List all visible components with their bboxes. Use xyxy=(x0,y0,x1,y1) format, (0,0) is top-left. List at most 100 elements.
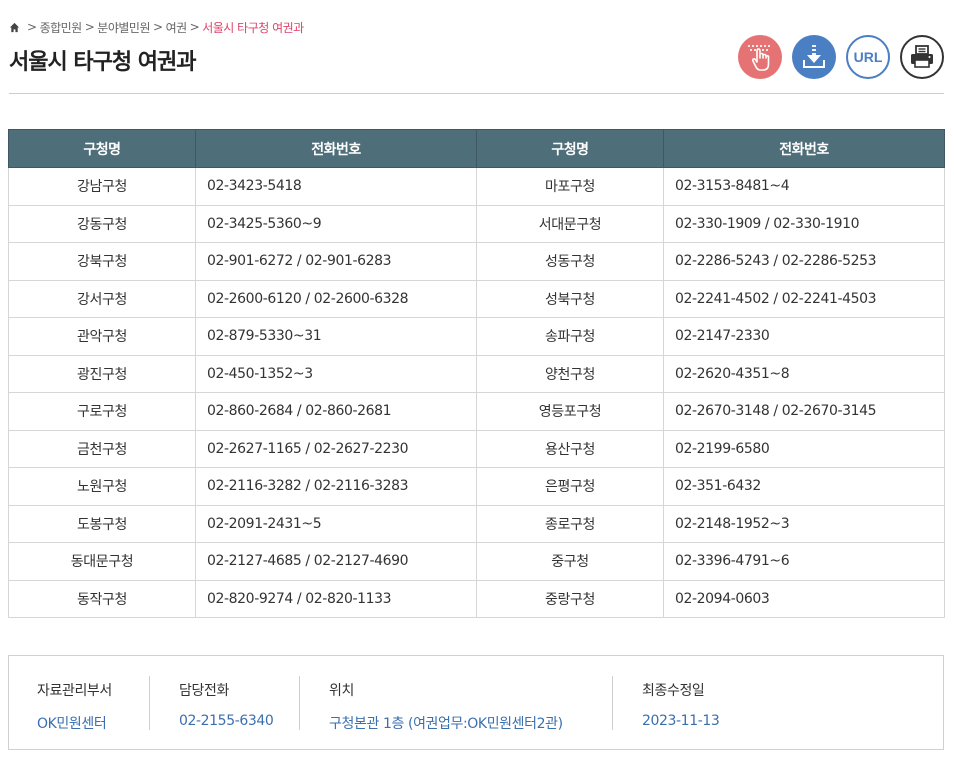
district-name-cell: 용산구청 xyxy=(476,429,664,468)
phone-number-cell: 02-3153-8481~4 xyxy=(663,167,945,206)
district-name-cell: 은평구청 xyxy=(476,467,664,506)
location-label: 위치 xyxy=(329,683,354,699)
column-header-district: 구청명 xyxy=(476,129,664,168)
phone-label: 담당전화 xyxy=(179,683,229,699)
district-name-cell: 마포구청 xyxy=(476,167,664,206)
phone-number-cell: 02-2620-4351~8 xyxy=(663,354,945,393)
download-icon xyxy=(803,45,825,68)
info-department: 자료관리부서 OK민원센터 xyxy=(37,676,112,732)
updated-value: 2023-11-13 xyxy=(642,713,720,729)
phone-number-cell: 02-2199-6580 xyxy=(663,429,945,468)
table-row: 동대문구청 02-2127-4685 / 02-2127-4690 중구청 02-33… xyxy=(8,542,945,581)
breadcrumb-item-general[interactable]: 종합민원 xyxy=(40,19,83,36)
touch-hand-icon xyxy=(748,45,770,71)
phone-number-cell: 02-2148-1952~3 xyxy=(663,504,945,543)
phone-number-cell: 02-2241-4502 / 02-2241-4503 xyxy=(663,279,945,318)
column-header-phone: 전화번호 xyxy=(663,129,945,168)
district-name-cell: 영등포구청 xyxy=(476,392,664,431)
table-row: 도봉구청 02-2091-2431~5 종로구청 02-2148-1952~3 xyxy=(8,504,945,543)
district-name-cell: 강서구청 xyxy=(8,279,196,318)
district-phone-table: 구청명 전화번호 구청명 전화번호 강남구청 02-3423-5418 마포구청 02… xyxy=(8,129,945,618)
phone-number-cell: 02-3423-5418 xyxy=(195,167,477,206)
phone-number-cell: 02-2286-5243 / 02-2286-5253 xyxy=(663,242,945,281)
table-row: 강남구청 02-3423-5418 마포구청 02-3153-8481~4 xyxy=(8,167,945,206)
district-name-cell: 강남구청 xyxy=(8,167,196,206)
home-icon[interactable] xyxy=(9,22,20,33)
phone-number-cell: 02-2127-4685 / 02-2127-4690 xyxy=(195,542,477,581)
table-row: 노원구청 02-2116-3282 / 02-2116-3283 은평구청 02-35… xyxy=(8,467,945,506)
breadcrumb-item-passport[interactable]: 여권 xyxy=(166,19,188,36)
info-phone: 담당전화 02-2155-6340 xyxy=(149,676,274,730)
district-name-cell: 노원구청 xyxy=(8,467,196,506)
breadcrumb-separator: > xyxy=(189,20,200,34)
phone-number-cell: 02-2091-2431~5 xyxy=(195,504,477,543)
district-name-cell: 양천구청 xyxy=(476,354,664,393)
url-label: URL xyxy=(853,49,883,65)
location-value: 구청본관 1층 (여권업무:OK민원센터2관) xyxy=(329,716,563,732)
phone-number-cell: 02-3396-4791~6 xyxy=(663,542,945,581)
phone-number-cell: 02-330-1909 / 02-330-1910 xyxy=(663,204,945,243)
table-row: 금천구청 02-2627-1165 / 02-2627-2230 용산구청 02-21… xyxy=(8,429,945,468)
column-header-phone: 전화번호 xyxy=(195,129,477,168)
department-value: OK민원센터 xyxy=(37,716,107,732)
district-name-cell: 종로구청 xyxy=(476,504,664,543)
url-copy-button[interactable]: URL xyxy=(846,35,890,79)
district-name-cell: 관악구청 xyxy=(8,317,196,356)
breadcrumb-current: 서울시 타구청 여권과 xyxy=(202,20,304,35)
page-tools: URL xyxy=(738,35,944,79)
phone-value: 02-2155-6340 xyxy=(179,713,274,729)
phone-number-cell: 02-901-6272 / 02-901-6283 xyxy=(195,242,477,281)
district-name-cell: 중구청 xyxy=(476,542,664,581)
district-name-cell: 강동구청 xyxy=(8,204,196,243)
breadcrumb-separator: > xyxy=(84,20,95,34)
district-name-cell: 동작구청 xyxy=(8,579,196,618)
table-row: 관악구청 02-879-5330~31 송파구청 02-2147-2330 xyxy=(8,317,945,356)
phone-number-cell: 02-860-2684 / 02-860-2681 xyxy=(195,392,477,431)
table-header-row: 구청명 전화번호 구청명 전화번호 xyxy=(8,129,945,168)
phone-number-cell: 02-879-5330~31 xyxy=(195,317,477,356)
district-name-cell: 중랑구청 xyxy=(476,579,664,618)
district-name-cell: 성북구청 xyxy=(476,279,664,318)
table-row: 강북구청 02-901-6272 / 02-901-6283 성동구청 02-2286… xyxy=(8,242,945,281)
title-divider xyxy=(9,93,944,94)
download-button[interactable] xyxy=(792,35,836,79)
touch-button[interactable] xyxy=(738,35,782,79)
breadcrumb-item-by-field[interactable]: 분야별민원 xyxy=(97,19,150,36)
district-name-cell: 구로구청 xyxy=(8,392,196,431)
district-name-cell: 성동구청 xyxy=(476,242,664,281)
phone-number-cell: 02-820-9274 / 02-820-1133 xyxy=(195,579,477,618)
printer-icon xyxy=(911,45,933,68)
district-name-cell: 강북구청 xyxy=(8,242,196,281)
district-name-cell: 도봉구청 xyxy=(8,504,196,543)
phone-number-cell: 02-351-6432 xyxy=(663,467,945,506)
district-name-cell: 서대문구청 xyxy=(476,204,664,243)
breadcrumb: > 종합민원 > 분야별민원 > 여권 > 서울시 타구청 여권과 xyxy=(9,19,304,35)
breadcrumb-separator: > xyxy=(27,20,37,34)
phone-number-cell: 02-450-1352~3 xyxy=(195,354,477,393)
phone-number-cell: 02-2627-1165 / 02-2627-2230 xyxy=(195,429,477,468)
district-name-cell: 동대문구청 xyxy=(8,542,196,581)
table-row: 동작구청 02-820-9274 / 02-820-1133 중랑구청 02-2094… xyxy=(8,579,945,618)
table-row: 구로구청 02-860-2684 / 02-860-2681 영등포구청 02-267… xyxy=(8,392,945,431)
district-name-cell: 송파구청 xyxy=(476,317,664,356)
phone-number-cell: 02-2147-2330 xyxy=(663,317,945,356)
table-row: 강서구청 02-2600-6120 / 02-2600-6328 성북구청 02-22… xyxy=(8,279,945,318)
department-label: 자료관리부서 xyxy=(37,683,112,699)
district-name-cell: 금천구청 xyxy=(8,429,196,468)
info-updated: 최종수정일 2023-11-13 xyxy=(612,676,720,730)
phone-number-cell: 02-3425-5360~9 xyxy=(195,204,477,243)
page-info-box: 자료관리부서 OK민원센터 담당전화 02-2155-6340 위치 구청본관 … xyxy=(8,655,944,750)
phone-number-cell: 02-2116-3282 / 02-2116-3283 xyxy=(195,467,477,506)
print-button[interactable] xyxy=(900,35,944,79)
page-title: 서울시 타구청 여권과 xyxy=(9,50,196,75)
updated-label: 최종수정일 xyxy=(642,683,705,699)
table-row: 강동구청 02-3425-5360~9 서대문구청 02-330-1909 / 02-… xyxy=(8,204,945,243)
phone-number-cell: 02-2670-3148 / 02-2670-3145 xyxy=(663,392,945,431)
phone-number-cell: 02-2094-0603 xyxy=(663,579,945,618)
column-header-district: 구청명 xyxy=(8,129,196,168)
breadcrumb-separator: > xyxy=(153,20,163,34)
phone-number-cell: 02-2600-6120 / 02-2600-6328 xyxy=(195,279,477,318)
info-location: 위치 구청본관 1층 (여권업무:OK민원센터2관) xyxy=(299,676,563,732)
table-row: 광진구청 02-450-1352~3 양천구청 02-2620-4351~8 xyxy=(8,354,945,393)
district-name-cell: 광진구청 xyxy=(8,354,196,393)
